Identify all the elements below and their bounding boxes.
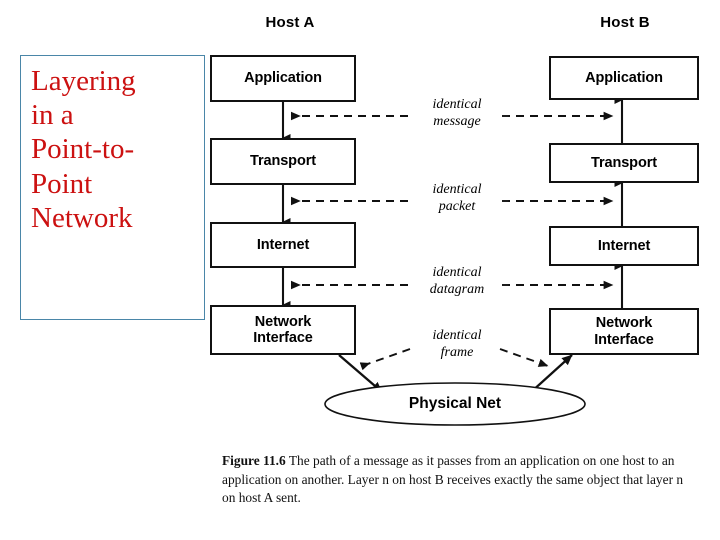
identical-packet-label: identical packet	[432, 182, 482, 214]
host-a-layer-application[interactable]: Application	[210, 55, 356, 102]
host-a-layer-internet[interactable]: Internet	[210, 222, 356, 268]
title-text: Layering in a Point-to- Point Network	[31, 65, 136, 234]
figure-caption: Figure 11.6 The path of a message as it …	[222, 452, 696, 508]
title-callout-box: Layering in a Point-to- Point Network	[20, 55, 205, 320]
identical-message-label: identical message	[432, 97, 482, 129]
layer-label: Network Interface	[253, 313, 313, 346]
physical-net-label: Physical Net	[408, 395, 502, 412]
host-a-layer-network-interface[interactable]: Network Interface	[210, 305, 356, 355]
layer-label: Internet	[256, 236, 310, 253]
slide-canvas: Layering in a Point-to- Point Network Ho…	[0, 0, 720, 540]
host-a-heading: Host A	[265, 14, 315, 31]
figure-caption-body: The path of a message as it passes from …	[222, 453, 684, 505]
layer-label: Transport	[591, 154, 657, 171]
host-b-layer-network-interface[interactable]: Network Interface	[549, 308, 699, 355]
host-a-to-net-arrow	[338, 354, 383, 393]
net-to-host-b-arrow	[529, 354, 573, 394]
host-b-layer-internet[interactable]: Internet	[549, 226, 699, 266]
layer-label: Application	[244, 70, 322, 87]
host-a-layer-transport[interactable]: Transport	[210, 138, 356, 185]
layer-label: Transport	[250, 153, 316, 170]
layer-label: Application	[585, 69, 663, 86]
host-b-heading: Host B	[600, 14, 650, 31]
identical-datagram-label: identical datagram	[429, 265, 485, 297]
layer-label: Network Interface	[594, 315, 654, 348]
host-b-layer-application[interactable]: Application	[549, 56, 699, 100]
identical-frame-label: identical frame	[432, 328, 482, 360]
figure-caption-number: Figure 11.6	[222, 453, 286, 468]
layer-label: Internet	[597, 237, 651, 254]
host-b-layer-transport[interactable]: Transport	[549, 143, 699, 183]
